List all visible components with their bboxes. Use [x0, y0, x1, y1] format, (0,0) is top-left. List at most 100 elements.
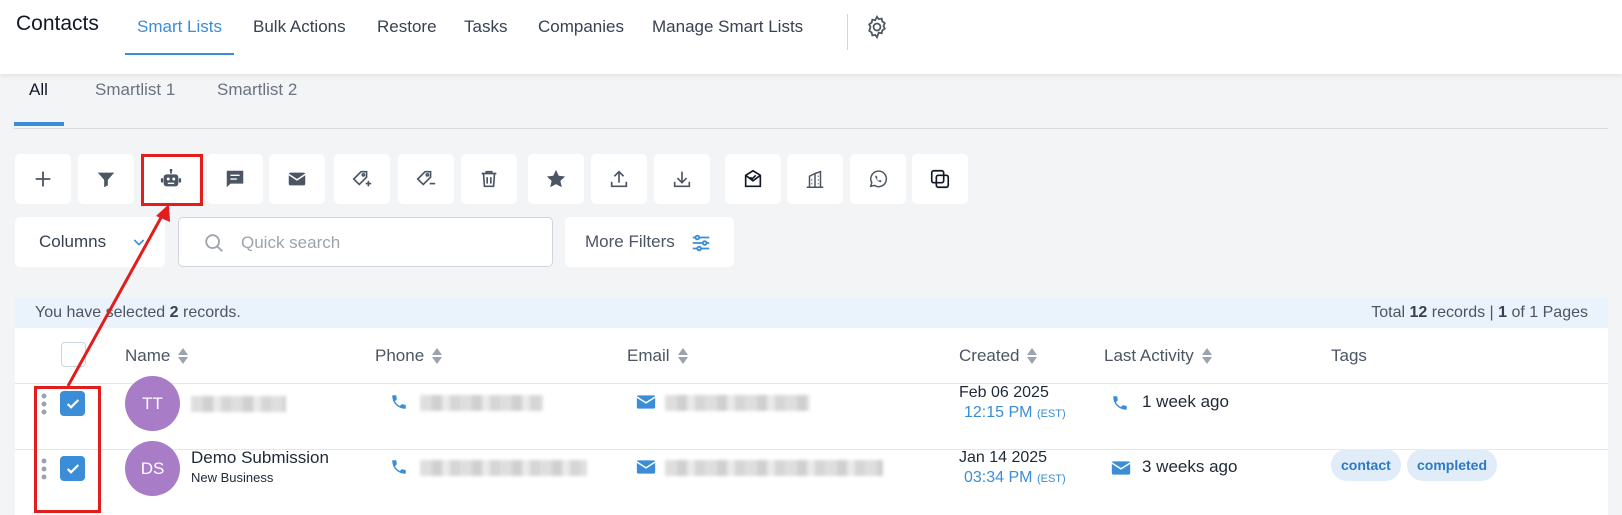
tab-tasks[interactable]: Tasks [464, 17, 507, 55]
email-icon [636, 395, 656, 409]
contact-company: New Business [191, 470, 274, 485]
tag-remove-icon [416, 170, 436, 186]
phone-icon [1113, 396, 1127, 410]
sort-icon [432, 348, 443, 364]
tabs-divider [14, 128, 1608, 129]
review-button[interactable] [528, 154, 584, 204]
review-request-button[interactable] [725, 154, 781, 204]
chevron-down-icon [133, 239, 145, 246]
search-input[interactable] [241, 230, 531, 256]
row-checkbox[interactable] [60, 456, 85, 481]
tag-add-icon [352, 170, 372, 187]
merge-duplicates-button[interactable] [912, 154, 968, 204]
trash-icon [481, 170, 497, 188]
pagination-summary: Total 12 records | 1 of 1 Pages [1371, 304, 1588, 321]
phone-icon [392, 460, 406, 474]
column-header-last-activity[interactable]: Last Activity [1104, 346, 1214, 366]
smartlist-tab-1[interactable]: Smartlist 1 [95, 80, 175, 100]
avatar[interactable]: TT [125, 376, 180, 431]
smartlist-tab-all[interactable]: All [29, 80, 48, 100]
company-icon [806, 170, 824, 188]
gear-icon[interactable] [864, 14, 890, 40]
page-title: Contacts [16, 12, 99, 35]
remove-tag-button[interactable] [398, 154, 454, 204]
redacted-email [665, 395, 810, 411]
avatar[interactable]: DS [125, 441, 180, 496]
duplicate-icon [930, 169, 950, 189]
last-activity: 1 week ago [1142, 392, 1229, 411]
filter-button[interactable] [78, 154, 134, 204]
contact-name[interactable]: Demo Submission [191, 448, 329, 468]
import-button[interactable] [654, 154, 710, 204]
automation-button[interactable] [143, 154, 199, 204]
download-icon [673, 171, 691, 188]
sort-icon [677, 348, 688, 364]
selection-summary: You have selected 2 records. [35, 304, 241, 321]
columns-dropdown[interactable]: Columns [15, 217, 165, 267]
whatsapp-icon [869, 170, 888, 188]
redacted-name [191, 396, 286, 412]
add-contact-button[interactable] [15, 154, 71, 204]
top-navigation: Contacts Smart Lists Bulk Actions Restor… [0, 0, 1622, 74]
filter-icon [97, 172, 115, 188]
email-icon [1111, 461, 1131, 475]
redacted-phone [420, 460, 587, 476]
robot-icon [160, 168, 182, 187]
sort-icon [1027, 348, 1038, 364]
row-divider [15, 383, 1608, 384]
tag-chip[interactable]: contact [1331, 449, 1401, 481]
quick-search-box [178, 217, 553, 267]
check-icon [66, 398, 79, 409]
email-icon [288, 172, 306, 186]
redacted-phone [420, 395, 543, 411]
export-button[interactable] [591, 154, 647, 204]
more-filters-button[interactable]: More Filters [565, 217, 734, 267]
tab-restore[interactable]: Restore [377, 17, 437, 55]
more-filters-label: More Filters [585, 232, 675, 251]
column-header-phone[interactable]: Phone [375, 346, 444, 366]
delete-button[interactable] [461, 154, 517, 204]
add-tag-button[interactable] [334, 154, 390, 204]
created-time: 03:34 PM (EST) [964, 469, 1066, 486]
add-to-company-button[interactable] [787, 154, 843, 204]
select-all-checkbox[interactable] [61, 342, 86, 367]
email-icon [636, 460, 656, 474]
selection-bar: You have selected 2 records. Total 12 re… [15, 298, 1608, 328]
column-header-tags: Tags [1331, 346, 1367, 365]
send-sms-button[interactable] [207, 154, 263, 204]
tab-smart-lists[interactable]: Smart Lists [125, 17, 235, 55]
redacted-email [665, 460, 883, 476]
search-icon [205, 234, 223, 252]
drag-handle-icon[interactable] [41, 393, 47, 415]
row-checkbox[interactable] [60, 391, 85, 416]
tab-companies[interactable]: Companies [538, 17, 624, 55]
active-tab-indicator [14, 122, 64, 126]
column-header-name[interactable]: Name [125, 346, 190, 366]
review-request-icon [744, 169, 762, 188]
phone-icon [392, 395, 406, 409]
sort-icon [178, 348, 189, 364]
created-date: Feb 06 2025 [959, 384, 1049, 401]
send-email-button[interactable] [269, 154, 325, 204]
created-date: Jan 14 2025 [959, 449, 1048, 466]
star-icon [546, 169, 566, 188]
smartlist-tab-2[interactable]: Smartlist 2 [217, 80, 297, 100]
last-activity: 3 weeks ago [1142, 457, 1238, 476]
columns-label: Columns [39, 232, 107, 251]
sliders-icon [692, 234, 710, 252]
column-header-email[interactable]: Email [627, 346, 690, 366]
drag-handle-icon[interactable] [41, 458, 47, 480]
sort-icon [1201, 348, 1212, 364]
column-header-created[interactable]: Created [959, 346, 1039, 366]
tab-bulk-actions[interactable]: Bulk Actions [253, 17, 346, 55]
created-time: 12:15 PM (EST) [964, 404, 1066, 421]
tag-chip[interactable]: completed [1407, 449, 1498, 481]
message-icon [226, 170, 244, 188]
upload-icon [610, 170, 628, 188]
check-icon [66, 463, 79, 474]
whatsapp-button[interactable] [850, 154, 906, 204]
contacts-table: Name Phone Email Created Last Activity T… [15, 328, 1608, 515]
tab-manage-smart-lists[interactable]: Manage Smart Lists [652, 17, 803, 55]
plus-icon [35, 171, 51, 187]
nav-divider [847, 14, 848, 50]
